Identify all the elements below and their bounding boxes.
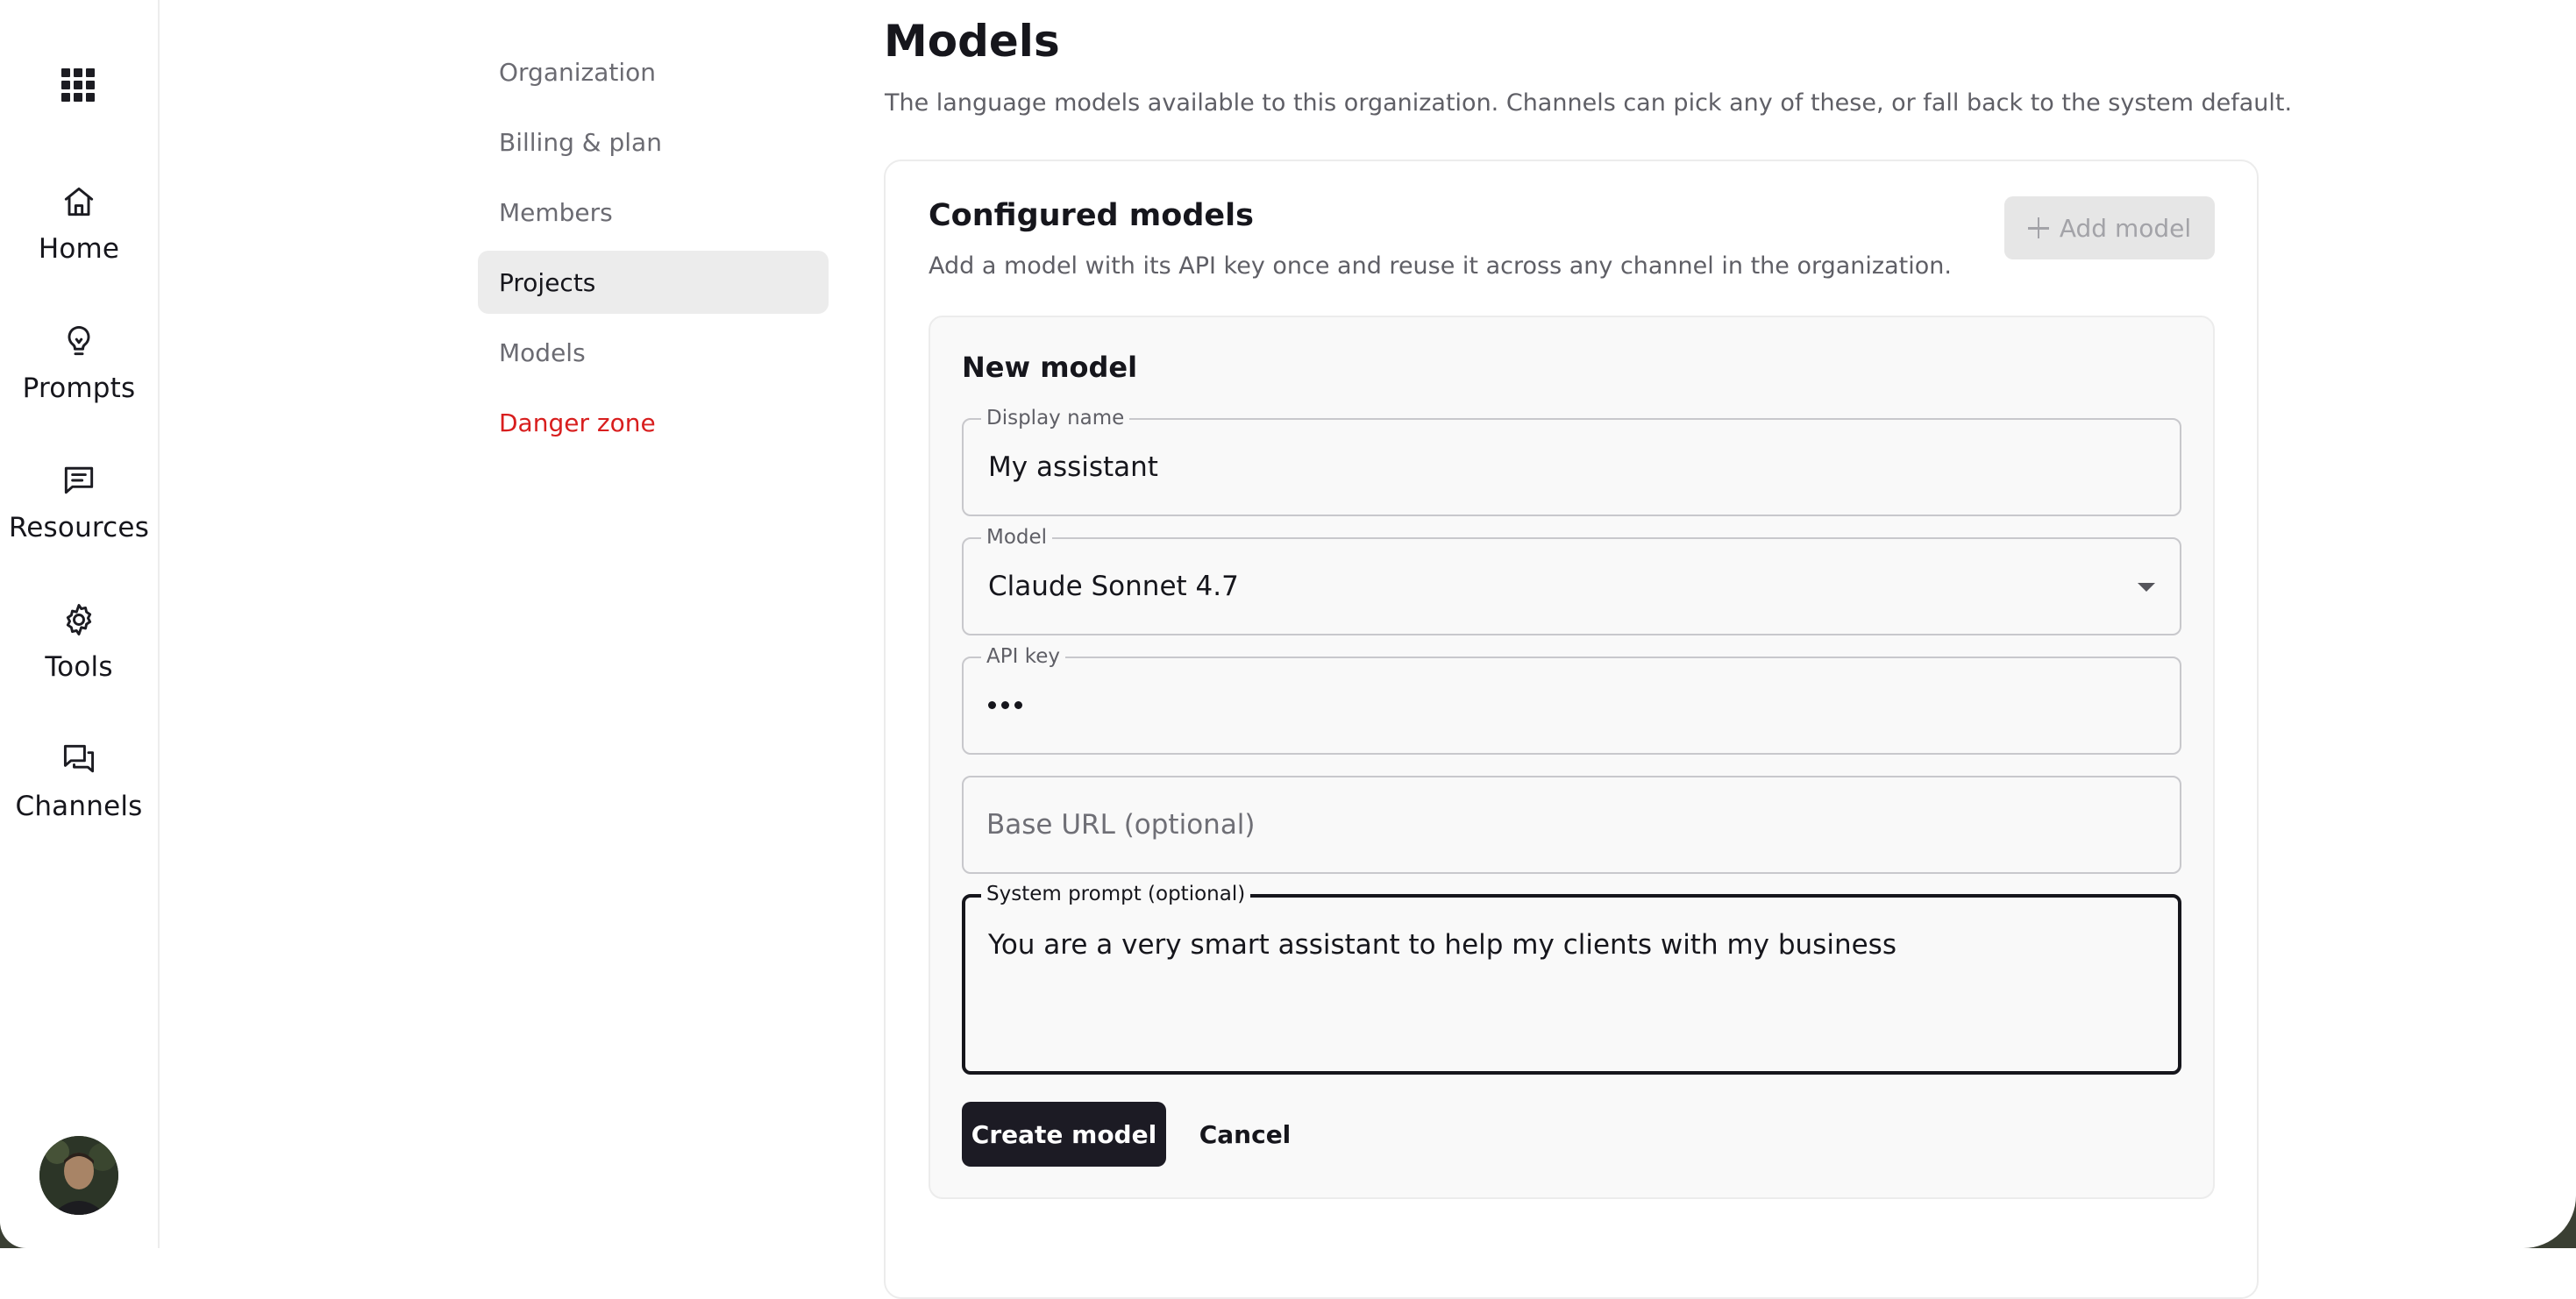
system-prompt-label: System prompt (optional)	[981, 883, 1251, 905]
rail-item-label: Prompts	[22, 373, 136, 404]
rail-item-tools[interactable]: Tools	[0, 599, 158, 713]
page-title: Models	[884, 16, 1060, 67]
rail-item-home[interactable]: Home	[0, 181, 158, 295]
rail-item-channels[interactable]: Channels	[0, 738, 158, 852]
create-model-button[interactable]: Create model	[962, 1102, 1166, 1167]
grid-icon[interactable]	[61, 68, 95, 102]
page-description: The language models available to this or…	[885, 89, 2293, 117]
add-model-label: Add model	[2059, 213, 2192, 243]
window-corner	[2515, 1196, 2576, 1248]
configured-models-title: Configured models	[929, 198, 1254, 233]
base-url-field[interactable]	[962, 776, 2181, 874]
settings-nav-members[interactable]: Members	[478, 181, 829, 244]
api-key-masked-value	[988, 701, 1022, 709]
add-model-button[interactable]: Add model	[2004, 196, 2215, 259]
rail-item-resources[interactable]: Resources	[0, 459, 158, 573]
base-url-input[interactable]	[986, 777, 2126, 872]
window-corner	[0, 1222, 26, 1248]
api-key-label: API key	[981, 645, 1065, 668]
display-name-value: My assistant	[988, 451, 1158, 483]
settings-nav-danger-zone[interactable]: Danger zone	[478, 391, 829, 454]
user-avatar[interactable]	[39, 1136, 118, 1215]
chat-bubbles-icon	[58, 738, 100, 780]
model-value: Claude Sonnet 4.7	[988, 571, 1239, 602]
system-prompt-field[interactable]: System prompt (optional) You are a very …	[962, 883, 2181, 1075]
settings-nav-billing[interactable]: Billing & plan	[478, 110, 829, 174]
settings-nav-projects[interactable]: Projects	[478, 251, 829, 314]
gear-icon	[58, 599, 100, 641]
lightbulb-icon	[58, 320, 100, 362]
system-prompt-value: You are a very smart assistant to help m…	[988, 929, 1896, 961]
rail-item-label: Tools	[45, 651, 113, 683]
settings-nav-organization[interactable]: Organization	[478, 40, 829, 103]
cancel-button[interactable]: Cancel	[1188, 1102, 1302, 1167]
chevron-down-icon[interactable]	[2138, 583, 2155, 592]
display-name-field[interactable]: Display name My assistant	[962, 407, 2181, 516]
rail-item-label: Channels	[15, 791, 143, 822]
rail-item-prompts[interactable]: Prompts	[0, 320, 158, 434]
rail-item-label: Home	[38, 233, 120, 265]
new-model-title: New model	[962, 351, 1138, 384]
api-key-field[interactable]: API key	[962, 645, 2181, 755]
home-icon	[58, 181, 100, 223]
settings-nav-models[interactable]: Models	[478, 321, 829, 384]
message-square-icon	[58, 459, 100, 501]
rail-item-label: Resources	[8, 512, 150, 543]
plus-icon	[2027, 217, 2049, 238]
model-select[interactable]: Model Claude Sonnet 4.7	[962, 526, 2181, 635]
configured-models-description: Add a model with its API key once and re…	[929, 252, 1952, 280]
app-rail: Home Prompts Resources Tools Channels	[0, 0, 160, 1248]
